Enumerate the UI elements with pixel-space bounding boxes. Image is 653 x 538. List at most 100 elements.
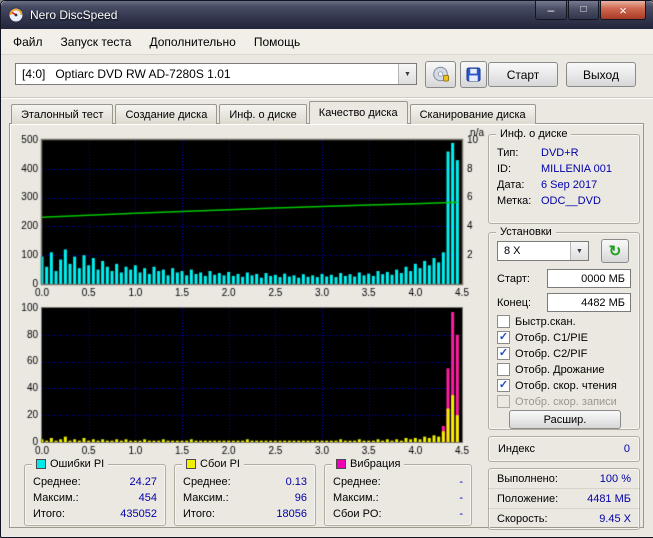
- tab-benchmark[interactable]: Эталонный тест: [11, 104, 114, 124]
- quality-chart-2: [12, 302, 488, 458]
- settings-group-title: Установки: [496, 225, 556, 239]
- checkbox-show-read-speed[interactable]: ✓ Отобр. скор. чтения: [497, 379, 617, 392]
- checkbox-show-write-speed[interactable]: ✓ Отобр. скор. записи: [497, 395, 617, 408]
- position-value: 4481 МБ: [587, 492, 631, 505]
- progress-value: 100 %: [599, 472, 631, 485]
- checkbox-box: ✓: [497, 331, 510, 344]
- pi-failures-total-row: Итого: 18056: [183, 508, 307, 520]
- menu-item-help[interactable]: Помощь: [245, 31, 309, 53]
- speed-row: Скорость: 9.45 X: [497, 513, 631, 525]
- checkbox-label: Отобр. скор. записи: [515, 395, 617, 408]
- index-label: Индекс: [498, 443, 535, 455]
- title-bar: Nero DiscSpeed – □ ×: [1, 1, 653, 29]
- disc-id-value: MILLENIA 001: [541, 163, 612, 175]
- minimize-icon: –: [547, 3, 555, 17]
- checkbox-box: ✓: [497, 363, 510, 376]
- save-button[interactable]: [460, 61, 487, 88]
- disc-id-row: ID: MILLENIA 001: [497, 163, 612, 175]
- pi-failures-legend-title: Сбои PI: [182, 457, 244, 471]
- pi-failures-max-row: Максим.: 96: [183, 492, 307, 504]
- maximize-icon: □: [580, 4, 587, 15]
- tab-disc-quality[interactable]: Качество диска: [308, 101, 408, 124]
- drive-select-value: [4:0] Optiarc DVD RW AD-7280S 1.01: [22, 67, 231, 81]
- vibration-max-row: Максим.: -: [333, 492, 463, 504]
- check-icon: ✓: [498, 330, 509, 343]
- tab-create-disc[interactable]: Создание диска: [115, 104, 218, 124]
- end-position-input[interactable]: [547, 293, 631, 312]
- drive-select[interactable]: [4:0] Optiarc DVD RW AD-7280S 1.01 ▼: [15, 63, 417, 85]
- end-position-label: Конец:: [497, 297, 532, 309]
- pi-errors-legend: Ошибки PI Среднее: 24.27 Максим.: 454 Итог…: [24, 457, 166, 526]
- checkbox-box: ✓: [497, 379, 510, 392]
- settings-group: Установки 8 X ▼ ↻ Старт: Конец: ✓ Быстр.…: [488, 225, 640, 430]
- pi-errors-legend-title: Ошибки PI: [32, 457, 109, 471]
- tab-disc-info[interactable]: Инф. о диске: [219, 104, 307, 124]
- speed-value: 9.45 X: [599, 513, 631, 525]
- disc-quality-page: Инф. о диске Тип: DVD+R ID: MILLENIA 001 Д…: [9, 123, 644, 530]
- disc-date-row: Дата: 6 Sep 2017: [497, 179, 598, 191]
- tab-strip: Эталонный тест Создание диска Инф. о дис…: [11, 101, 538, 124]
- tab-scan-disc[interactable]: Сканирование диска: [409, 104, 536, 124]
- menu-item-file[interactable]: Файл: [4, 31, 52, 53]
- disc-label-value: ODC__DVD: [541, 195, 601, 207]
- disc-info-group-title: Инф. о диске: [496, 127, 572, 141]
- checkbox-label: Отобр. C1/PIE: [515, 331, 588, 344]
- eject-button[interactable]: [425, 61, 456, 88]
- toolbar-separator: [1, 97, 653, 99]
- app-icon: [8, 7, 24, 23]
- minimize-button[interactable]: –: [535, 1, 567, 20]
- scan-speed-select[interactable]: 8 X ▼: [497, 241, 589, 261]
- vibration-legend: Вибрация Среднее: - Максим.: - Сбои PO: -: [324, 457, 472, 526]
- close-icon: ×: [619, 2, 627, 18]
- toolbar: [4:0] Optiarc DVD RW AD-7280S 1.01 ▼ Ста…: [1, 54, 653, 97]
- disc-info-group: Инф. о диске Тип: DVD+R ID: MILLENIA 001 Д…: [488, 127, 640, 224]
- floppy-icon: [466, 67, 481, 82]
- app-window: Nero DiscSpeed – □ × Файл Запуск теста Д…: [0, 0, 653, 538]
- po-failures-row: Сбои PO: -: [333, 508, 463, 520]
- checkbox-show-jitter[interactable]: ✓ Отобр. Дрожание: [497, 363, 605, 376]
- window-title: Nero DiscSpeed: [30, 8, 118, 22]
- vibration-legend-title: Вибрация: [332, 457, 405, 471]
- pi-errors-max-row: Максим.: 454: [33, 492, 157, 504]
- checkbox-fast-scan[interactable]: ✓ Быстр.скан.: [497, 315, 576, 328]
- checkbox-box: ✓: [497, 315, 510, 328]
- pi-failures-color-swatch: [186, 459, 196, 469]
- checkbox-box: ✓: [497, 395, 510, 408]
- vibration-average-row: Среднее: -: [333, 476, 463, 488]
- disc-type-row: Тип: DVD+R: [497, 147, 579, 159]
- progress-row: Выполнено: 100 %: [489, 469, 639, 489]
- refresh-icon: ↻: [608, 242, 622, 260]
- scan-speed-value: 8 X: [504, 245, 521, 257]
- checkbox-show-c2-pif[interactable]: ✓ Отобр. C2/PIF: [497, 347, 587, 360]
- pi-errors-average-row: Среднее: 24.27: [33, 476, 157, 488]
- caption-buttons: – □ ×: [534, 1, 646, 20]
- advanced-button[interactable]: Расшир.: [509, 410, 621, 429]
- disc-label-row: Метка: ODC__DVD: [497, 195, 601, 207]
- eject-disc-icon: [432, 66, 449, 82]
- checkbox-label: Отобр. C2/PIF: [515, 347, 588, 360]
- checkbox-box: ✓: [497, 347, 510, 360]
- menu-bar: Файл Запуск теста Дополнительно Помощь: [1, 29, 653, 55]
- close-button[interactable]: ×: [600, 1, 646, 20]
- disc-date-value: 6 Sep 2017: [541, 179, 598, 191]
- start-position-label: Старт:: [497, 273, 530, 285]
- start-position-input[interactable]: [547, 269, 631, 288]
- position-row: Положение: 4481 МБ: [489, 489, 639, 509]
- start-button[interactable]: Старт: [488, 62, 558, 87]
- menu-item-run-test[interactable]: Запуск теста: [52, 31, 141, 53]
- chevron-down-icon: ▼: [570, 242, 588, 260]
- disc-type-value: DVD+R: [541, 147, 579, 159]
- checkbox-label: Отобр. Дрожание: [515, 363, 605, 376]
- pi-errors-color-swatch: [36, 459, 46, 469]
- checkbox-show-c1-pie[interactable]: ✓ Отобр. C1/PIE: [497, 331, 588, 344]
- pi-failures-average-row: Среднее: 0.13: [183, 476, 307, 488]
- refresh-button[interactable]: ↻: [601, 239, 629, 263]
- quality-chart-1: [12, 128, 488, 300]
- index-value: 0: [623, 443, 630, 455]
- maximize-button[interactable]: □: [568, 1, 599, 20]
- vibration-color-swatch: [336, 459, 346, 469]
- check-icon: ✓: [498, 346, 509, 359]
- exit-button[interactable]: Выход: [566, 62, 636, 87]
- menu-item-extra[interactable]: Дополнительно: [140, 31, 244, 53]
- checkbox-label: Отобр. скор. чтения: [515, 379, 617, 392]
